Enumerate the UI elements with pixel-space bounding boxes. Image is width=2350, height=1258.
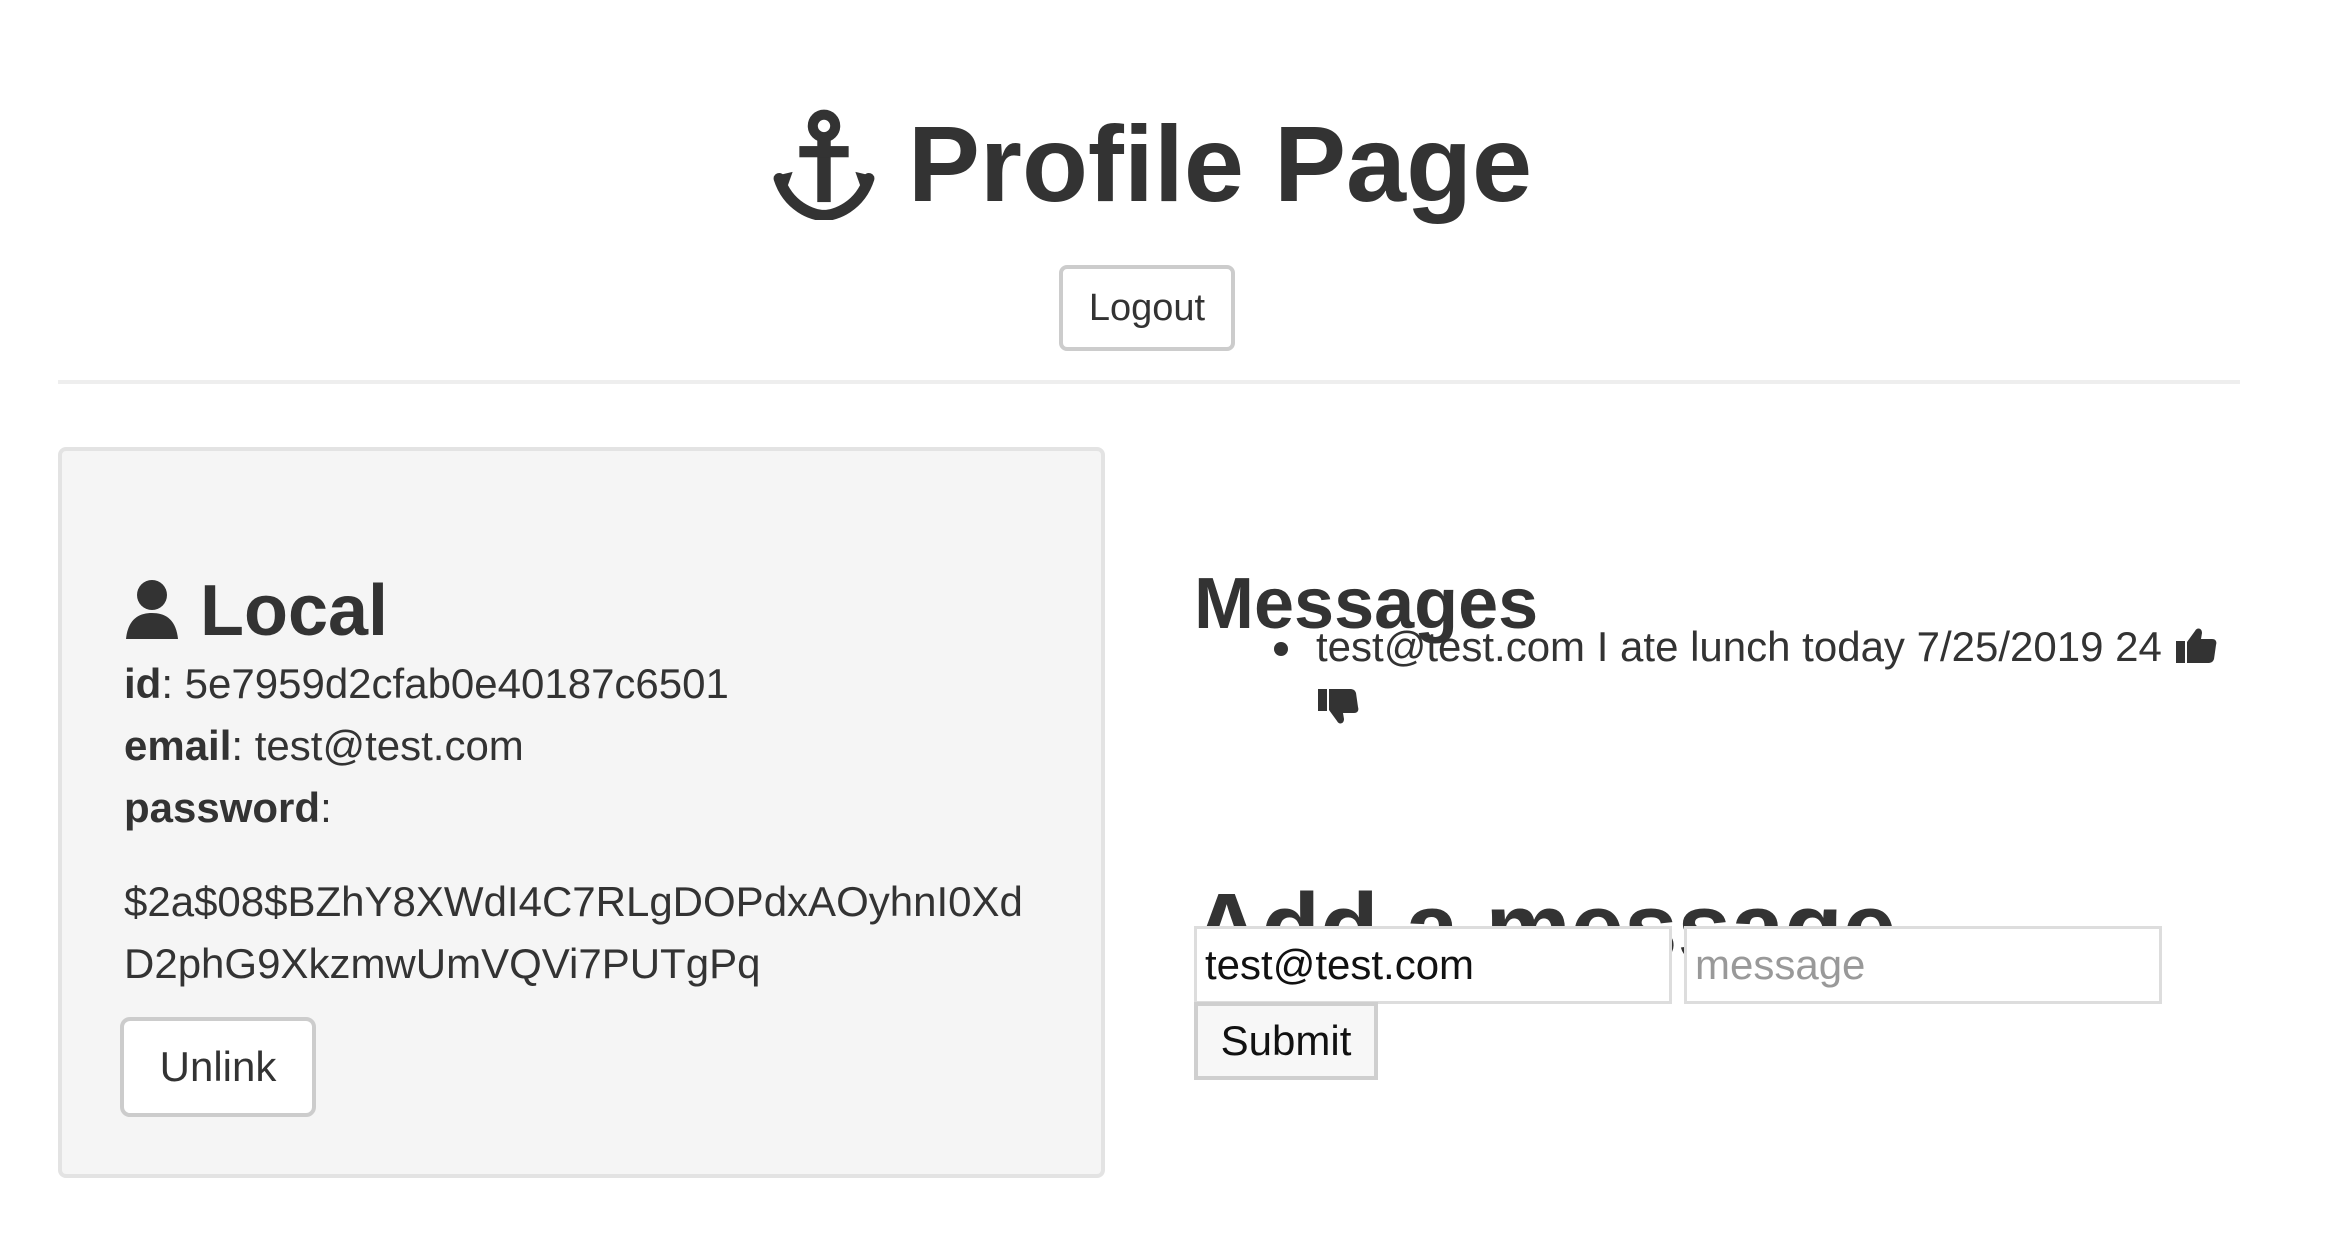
page-title-text: Profile Page [907, 103, 1533, 224]
email-input[interactable] [1194, 926, 1672, 1004]
email-row: email: test@test.com [124, 715, 524, 777]
password-separator: : [320, 784, 332, 831]
message-text: test@test.com I ate lunch today 7/25/201… [1316, 623, 2162, 670]
message-input[interactable] [1684, 926, 2162, 1004]
unlink-button[interactable]: Unlink [120, 1017, 316, 1117]
local-card-title: Local [200, 571, 389, 651]
thumbs-up-icon[interactable] [2174, 625, 2218, 665]
anchor-icon [773, 109, 875, 220]
thumbs-down-icon[interactable] [1316, 687, 1360, 727]
email-label: email [124, 722, 232, 769]
password-value: $2a$08$BZhY8XWdI4C7RLgDOPdxAOyhnI0XdD2ph… [124, 878, 1023, 987]
logout-button[interactable]: Logout [1059, 265, 1235, 351]
page-title: Profile Page [0, 108, 2300, 220]
submit-button[interactable]: Submit [1194, 1002, 1378, 1080]
message-item: test@test.com I ate lunch today 7/25/201… [1274, 616, 2234, 740]
id-row: id: 5e7959d2cfab0e40187c6501 [124, 653, 729, 715]
id-separator: : [161, 660, 185, 707]
bullet-icon [1274, 642, 1288, 656]
local-card-heading: Local [124, 575, 388, 647]
user-icon [126, 580, 178, 639]
password-row: password: [124, 777, 332, 839]
header-divider [58, 380, 2240, 384]
message-list: test@test.com I ate lunch today 7/25/201… [1274, 616, 2234, 740]
local-account-card: Local id: 5e7959d2cfab0e40187c6501 email… [58, 447, 1105, 1178]
password-label: password [124, 784, 321, 831]
email-value: test@test.com [254, 722, 524, 769]
id-label: id [124, 660, 162, 707]
email-separator: : [231, 722, 255, 769]
id-value: 5e7959d2cfab0e40187c6501 [184, 660, 729, 707]
